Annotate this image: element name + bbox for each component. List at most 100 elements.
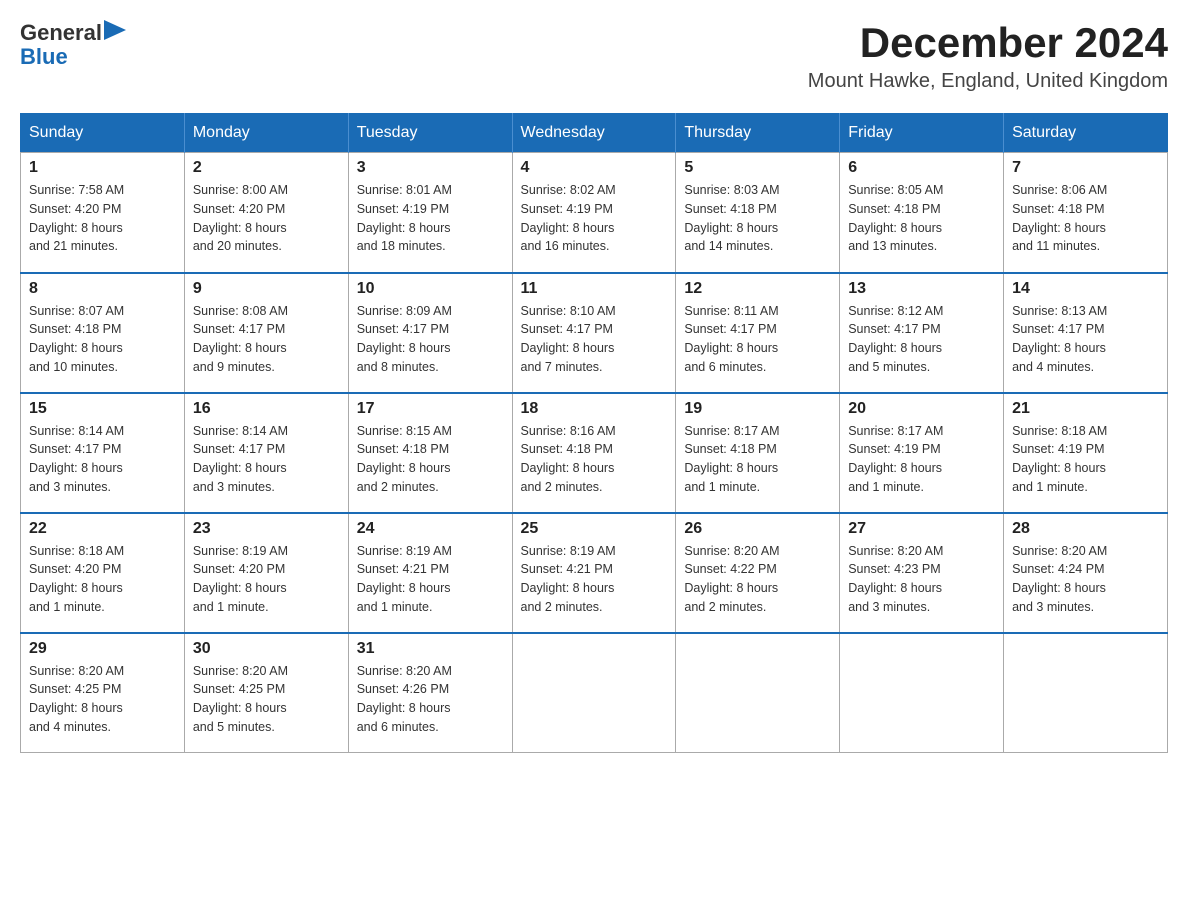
logo-text-general: General [20,20,102,46]
day-info: Sunrise: 8:12 AM Sunset: 4:17 PM Dayligh… [848,302,995,377]
day-number: 14 [1012,280,1159,298]
day-number: 28 [1012,520,1159,538]
location-text: Mount Hawke, England, United Kingdom [808,70,1168,93]
calendar-table: Sunday Monday Tuesday Wednesday Thursday… [20,113,1168,753]
day-number: 19 [684,400,831,418]
day-number: 27 [848,520,995,538]
calendar-cell: 19 Sunrise: 8:17 AM Sunset: 4:18 PM Dayl… [676,393,840,513]
month-title: December 2024 [808,20,1168,66]
calendar-cell [1004,633,1168,753]
calendar-cell: 1 Sunrise: 7:58 AM Sunset: 4:20 PM Dayli… [21,153,185,273]
calendar-cell: 7 Sunrise: 8:06 AM Sunset: 4:18 PM Dayli… [1004,153,1168,273]
calendar-week-5: 29 Sunrise: 8:20 AM Sunset: 4:25 PM Dayl… [21,633,1168,753]
calendar-cell: 22 Sunrise: 8:18 AM Sunset: 4:20 PM Dayl… [21,513,185,633]
day-number: 16 [193,400,340,418]
day-info: Sunrise: 8:07 AM Sunset: 4:18 PM Dayligh… [29,302,176,377]
day-info: Sunrise: 8:20 AM Sunset: 4:24 PM Dayligh… [1012,542,1159,617]
calendar-cell: 31 Sunrise: 8:20 AM Sunset: 4:26 PM Dayl… [348,633,512,753]
day-number: 29 [29,640,176,658]
col-friday: Friday [840,114,1004,153]
day-info: Sunrise: 8:14 AM Sunset: 4:17 PM Dayligh… [193,422,340,497]
day-info: Sunrise: 8:00 AM Sunset: 4:20 PM Dayligh… [193,181,340,256]
day-number: 7 [1012,159,1159,177]
day-number: 12 [684,280,831,298]
day-info: Sunrise: 8:09 AM Sunset: 4:17 PM Dayligh… [357,302,504,377]
day-info: Sunrise: 8:19 AM Sunset: 4:21 PM Dayligh… [357,542,504,617]
day-info: Sunrise: 8:10 AM Sunset: 4:17 PM Dayligh… [521,302,668,377]
calendar-cell: 14 Sunrise: 8:13 AM Sunset: 4:17 PM Dayl… [1004,273,1168,393]
day-number: 20 [848,400,995,418]
day-info: Sunrise: 8:14 AM Sunset: 4:17 PM Dayligh… [29,422,176,497]
day-number: 4 [521,159,668,177]
day-info: Sunrise: 8:20 AM Sunset: 4:25 PM Dayligh… [29,662,176,737]
calendar-cell: 24 Sunrise: 8:19 AM Sunset: 4:21 PM Dayl… [348,513,512,633]
header-row: Sunday Monday Tuesday Wednesday Thursday… [21,114,1168,153]
calendar-cell: 25 Sunrise: 8:19 AM Sunset: 4:21 PM Dayl… [512,513,676,633]
day-info: Sunrise: 8:13 AM Sunset: 4:17 PM Dayligh… [1012,302,1159,377]
day-info: Sunrise: 8:20 AM Sunset: 4:22 PM Dayligh… [684,542,831,617]
calendar-cell: 11 Sunrise: 8:10 AM Sunset: 4:17 PM Dayl… [512,273,676,393]
day-info: Sunrise: 8:05 AM Sunset: 4:18 PM Dayligh… [848,181,995,256]
col-sunday: Sunday [21,114,185,153]
day-info: Sunrise: 8:20 AM Sunset: 4:26 PM Dayligh… [357,662,504,737]
calendar-cell: 20 Sunrise: 8:17 AM Sunset: 4:19 PM Dayl… [840,393,1004,513]
day-info: Sunrise: 8:18 AM Sunset: 4:20 PM Dayligh… [29,542,176,617]
calendar-cell: 29 Sunrise: 8:20 AM Sunset: 4:25 PM Dayl… [21,633,185,753]
day-number: 18 [521,400,668,418]
calendar-cell: 26 Sunrise: 8:20 AM Sunset: 4:22 PM Dayl… [676,513,840,633]
calendar-body: 1 Sunrise: 7:58 AM Sunset: 4:20 PM Dayli… [21,153,1168,753]
calendar-cell: 9 Sunrise: 8:08 AM Sunset: 4:17 PM Dayli… [184,273,348,393]
calendar-cell: 30 Sunrise: 8:20 AM Sunset: 4:25 PM Dayl… [184,633,348,753]
calendar-cell: 23 Sunrise: 8:19 AM Sunset: 4:20 PM Dayl… [184,513,348,633]
title-block: December 2024 Mount Hawke, England, Unit… [808,20,1168,93]
calendar-cell: 17 Sunrise: 8:15 AM Sunset: 4:18 PM Dayl… [348,393,512,513]
day-number: 1 [29,159,176,177]
calendar-cell: 21 Sunrise: 8:18 AM Sunset: 4:19 PM Dayl… [1004,393,1168,513]
logo-text-blue: Blue [20,44,68,70]
day-number: 10 [357,280,504,298]
calendar-cell: 13 Sunrise: 8:12 AM Sunset: 4:17 PM Dayl… [840,273,1004,393]
day-number: 8 [29,280,176,298]
calendar-cell [676,633,840,753]
day-number: 31 [357,640,504,658]
calendar-cell: 16 Sunrise: 8:14 AM Sunset: 4:17 PM Dayl… [184,393,348,513]
day-info: Sunrise: 8:16 AM Sunset: 4:18 PM Dayligh… [521,422,668,497]
day-number: 15 [29,400,176,418]
calendar-cell: 18 Sunrise: 8:16 AM Sunset: 4:18 PM Dayl… [512,393,676,513]
day-info: Sunrise: 8:17 AM Sunset: 4:18 PM Dayligh… [684,422,831,497]
calendar-week-4: 22 Sunrise: 8:18 AM Sunset: 4:20 PM Dayl… [21,513,1168,633]
col-monday: Monday [184,114,348,153]
day-info: Sunrise: 8:19 AM Sunset: 4:20 PM Dayligh… [193,542,340,617]
calendar-week-3: 15 Sunrise: 8:14 AM Sunset: 4:17 PM Dayl… [21,393,1168,513]
day-info: Sunrise: 8:20 AM Sunset: 4:25 PM Dayligh… [193,662,340,737]
day-info: Sunrise: 7:58 AM Sunset: 4:20 PM Dayligh… [29,181,176,256]
calendar-cell [840,633,1004,753]
day-number: 2 [193,159,340,177]
day-info: Sunrise: 8:18 AM Sunset: 4:19 PM Dayligh… [1012,422,1159,497]
day-number: 6 [848,159,995,177]
calendar-cell: 8 Sunrise: 8:07 AM Sunset: 4:18 PM Dayli… [21,273,185,393]
day-number: 11 [521,280,668,298]
calendar-week-1: 1 Sunrise: 7:58 AM Sunset: 4:20 PM Dayli… [21,153,1168,273]
calendar-week-2: 8 Sunrise: 8:07 AM Sunset: 4:18 PM Dayli… [21,273,1168,393]
col-saturday: Saturday [1004,114,1168,153]
day-number: 9 [193,280,340,298]
day-info: Sunrise: 8:08 AM Sunset: 4:17 PM Dayligh… [193,302,340,377]
calendar-cell: 2 Sunrise: 8:00 AM Sunset: 4:20 PM Dayli… [184,153,348,273]
logo: General Blue [20,20,126,71]
day-number: 5 [684,159,831,177]
day-number: 23 [193,520,340,538]
day-number: 13 [848,280,995,298]
day-info: Sunrise: 8:01 AM Sunset: 4:19 PM Dayligh… [357,181,504,256]
day-number: 24 [357,520,504,538]
calendar-cell: 6 Sunrise: 8:05 AM Sunset: 4:18 PM Dayli… [840,153,1004,273]
logo-arrow-icon [104,20,126,40]
day-number: 26 [684,520,831,538]
day-info: Sunrise: 8:11 AM Sunset: 4:17 PM Dayligh… [684,302,831,377]
calendar-cell: 15 Sunrise: 8:14 AM Sunset: 4:17 PM Dayl… [21,393,185,513]
calendar-header: Sunday Monday Tuesday Wednesday Thursday… [21,114,1168,153]
page-header: General Blue December 2024 Mount Hawke, … [20,20,1168,93]
day-number: 3 [357,159,504,177]
col-tuesday: Tuesday [348,114,512,153]
calendar-cell: 10 Sunrise: 8:09 AM Sunset: 4:17 PM Dayl… [348,273,512,393]
